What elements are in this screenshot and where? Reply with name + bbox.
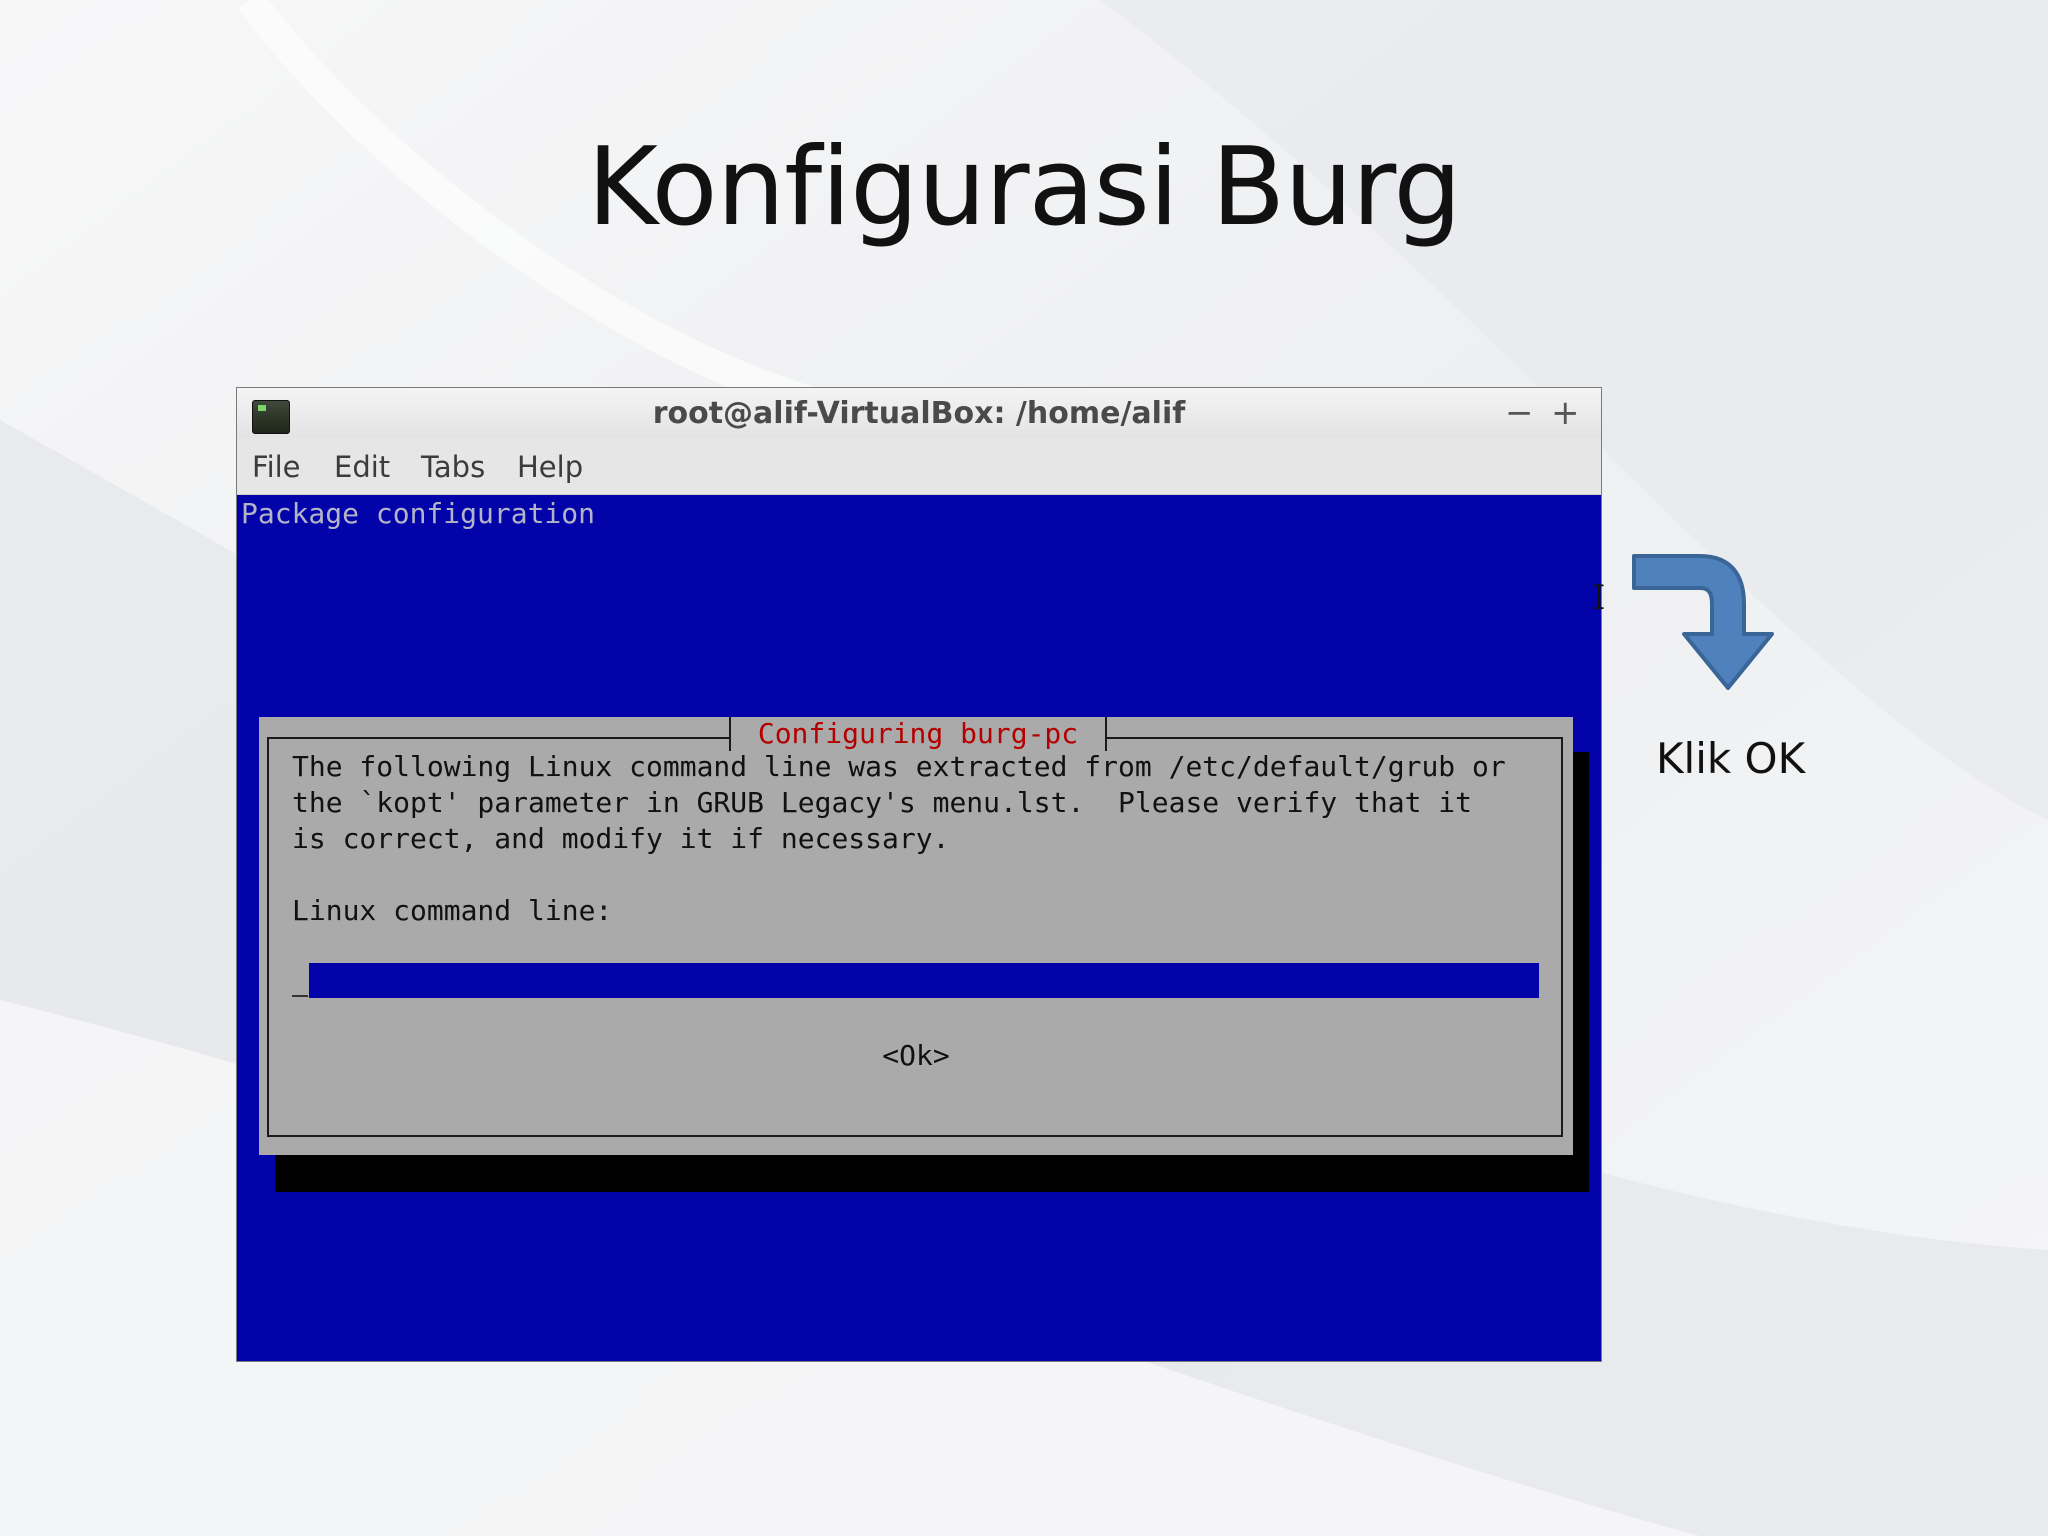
input-cursor xyxy=(292,995,308,997)
minimize-icon[interactable]: − xyxy=(1505,393,1534,433)
text-cursor-icon: I xyxy=(1592,578,1606,618)
window-titlebar[interactable]: root@alif-VirtualBox: /home/alif − + xyxy=(237,388,1601,438)
terminal-screen[interactable]: Package configuration Configuring burg-p… xyxy=(237,495,1601,1361)
window-title: root@alif-VirtualBox: /home/alif xyxy=(652,396,1186,431)
dialog-title: Configuring burg-pc xyxy=(729,717,1107,751)
ok-button[interactable]: <Ok> xyxy=(259,1039,1573,1072)
configuring-dialog: Configuring burg-pc The following Linux … xyxy=(259,717,1573,1155)
package-configuration-header: Package configuration xyxy=(241,497,596,530)
command-line-input[interactable] xyxy=(309,963,1539,998)
curved-arrow-icon xyxy=(1632,554,1774,690)
klik-ok-annotation: Klik OK xyxy=(1656,734,1806,783)
command-line-label: Linux command line: xyxy=(292,894,613,927)
menu-tabs[interactable]: Tabs xyxy=(421,450,485,484)
menu-help[interactable]: Help xyxy=(517,450,583,484)
menu-file[interactable]: File xyxy=(252,450,301,484)
dialog-text-line: The following Linux command line was ext… xyxy=(292,750,1506,783)
menu-bar: File Edit Tabs Help xyxy=(237,438,1601,495)
slide-title: Konfigurasi Burg xyxy=(587,125,1462,250)
terminal-window: root@alif-VirtualBox: /home/alif − + Fil… xyxy=(236,387,1602,1362)
dialog-text-line: the `kopt' parameter in GRUB Legacy's me… xyxy=(292,786,1473,819)
maximize-icon[interactable]: + xyxy=(1551,393,1580,433)
dialog-text-line: is correct, and modify it if necessary. xyxy=(292,822,950,855)
menu-edit[interactable]: Edit xyxy=(334,450,390,484)
